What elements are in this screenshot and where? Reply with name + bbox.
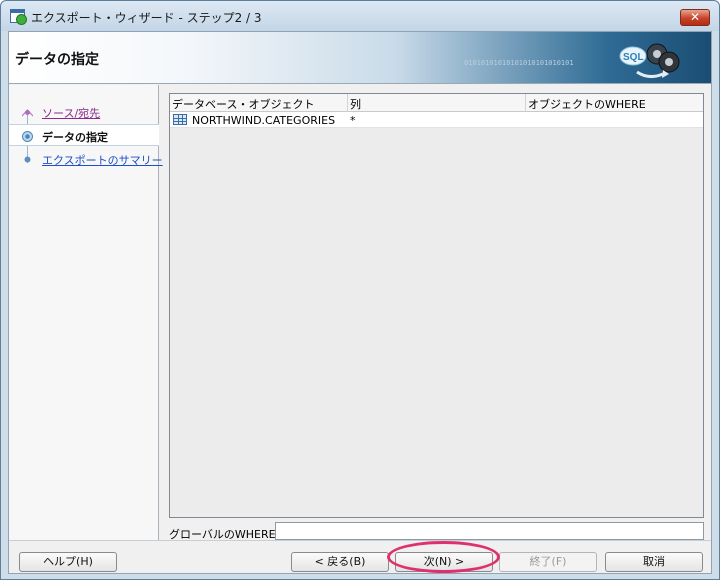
- back-button[interactable]: < 戻る(B): [291, 552, 389, 572]
- sql-export-icon: SQL: [619, 43, 680, 79]
- columns-cell[interactable]: *: [350, 114, 356, 127]
- cancel-button[interactable]: 取消: [605, 552, 703, 572]
- nav-item-specify-data[interactable]: データの指定: [9, 124, 159, 146]
- nav-item-export-summary[interactable]: エクスポートのサマリー: [9, 148, 163, 170]
- header-binary-decoration: 01010101010101010101010101: [464, 59, 574, 67]
- window-title: エクスポート・ウィザード - ステップ2 / 3: [31, 11, 262, 25]
- column-header-where[interactable]: オブジェクトのWHERE: [528, 96, 646, 112]
- nav-item-label: データの指定: [42, 131, 108, 144]
- object-name-cell[interactable]: NORTHWIND.CATEGORIES: [192, 114, 335, 127]
- wizard-client-area: データの指定 01010101010101010101010101 SQL ソー…: [8, 31, 712, 574]
- step-header: データの指定 01010101010101010101010101 SQL: [9, 32, 711, 84]
- column-header-columns[interactable]: 列: [350, 96, 361, 112]
- table-header: データベース・オブジェクト 列 オブジェクトのWHERE: [170, 94, 703, 112]
- finish-button: 終了(F): [499, 552, 597, 572]
- column-header-object[interactable]: データベース・オブジェクト: [172, 96, 314, 112]
- title-bar: エクスポート・ウィザード - ステップ2 / 3 ✕: [1, 1, 719, 31]
- step-pending-marker-icon: [24, 156, 31, 163]
- svg-text:SQL: SQL: [623, 52, 644, 63]
- step-visited-marker-icon: [22, 109, 33, 117]
- step-current-marker-icon: [22, 131, 33, 142]
- help-button[interactable]: ヘルプ(H): [19, 552, 117, 572]
- data-specification-panel: データベース・オブジェクト 列 オブジェクトのWHERE NORTHWIND.C…: [161, 85, 711, 541]
- table-row[interactable]: NORTHWIND.CATEGORIES *: [170, 112, 703, 128]
- table-icon: [173, 114, 187, 125]
- wizard-step-nav: ソース/宛先 データの指定 エクスポートのサマリー: [9, 85, 163, 540]
- nav-item-label[interactable]: エクスポートのサマリー: [42, 152, 163, 168]
- export-wizard-window: エクスポート・ウィザード - ステップ2 / 3 ✕ データの指定 010101…: [0, 0, 720, 580]
- step-title: データの指定: [15, 52, 99, 68]
- global-where-input[interactable]: [275, 522, 704, 540]
- nav-item-label[interactable]: ソース/宛先: [42, 105, 100, 121]
- button-bar: ヘルプ(H) < 戻る(B) 次(N) > 終了(F) 取消: [9, 540, 711, 573]
- next-button[interactable]: 次(N) >: [395, 552, 493, 572]
- app-icon: [10, 9, 27, 25]
- object-table[interactable]: データベース・オブジェクト 列 オブジェクトのWHERE NORTHWIND.C…: [169, 93, 704, 518]
- close-button[interactable]: ✕: [680, 9, 710, 26]
- nav-item-source-destination[interactable]: ソース/宛先: [9, 101, 159, 123]
